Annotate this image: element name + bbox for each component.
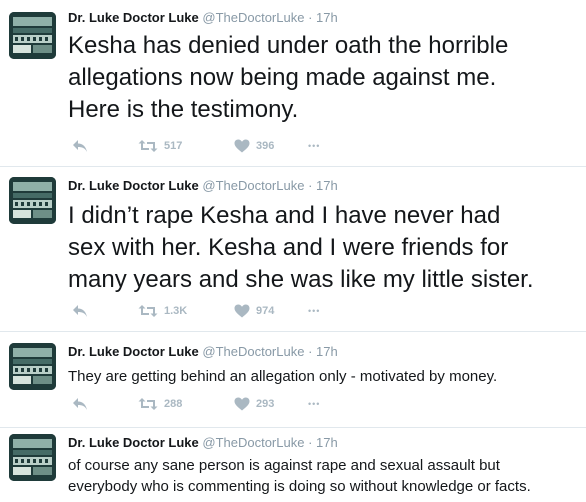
tweet[interactable]: Dr. Luke Doctor Luke @TheDoctorLuke · 17… [0, 332, 586, 428]
tweet-header: Dr. Luke Doctor Luke @TheDoctorLuke · 17… [68, 10, 338, 25]
reply-button[interactable] [72, 137, 88, 155]
timestamp[interactable]: 17h [316, 10, 338, 25]
like-button[interactable]: 293 [234, 395, 274, 413]
tweet-header: Dr. Luke Doctor Luke @TheDoctorLuke · 17… [68, 178, 338, 193]
heart-icon [234, 139, 250, 153]
separator-dot: · [308, 10, 313, 25]
like-button[interactable]: 974 [234, 302, 274, 320]
retweet-icon [138, 139, 158, 153]
tweet-header: Dr. Luke Doctor Luke @TheDoctorLuke · 17… [68, 344, 338, 359]
more-dots-icon: ••• [308, 141, 321, 151]
retweet-count: 517 [164, 140, 183, 152]
display-name[interactable]: Dr. Luke Doctor Luke [68, 435, 199, 450]
separator-dot: · [308, 435, 313, 450]
user-handle[interactable]: @TheDoctorLuke [202, 344, 304, 359]
display-name[interactable]: Dr. Luke Doctor Luke [68, 178, 199, 193]
tweet-text: of course any sane person is against rap… [68, 457, 531, 495]
retweet-button[interactable]: 517 [138, 137, 182, 155]
retweet-button[interactable]: 288 [138, 395, 182, 413]
tweet[interactable]: Dr. Luke Doctor Luke @TheDoctorLuke · 17… [0, 167, 586, 332]
timestamp[interactable]: 17h [316, 344, 338, 359]
reply-arrow-icon [72, 397, 88, 411]
reply-arrow-icon [72, 139, 88, 153]
reply-button[interactable] [72, 395, 88, 413]
retweet-icon [138, 304, 158, 318]
like-count: 293 [256, 398, 275, 410]
tweet-feed: Dr. Luke Doctor Luke @TheDoctorLuke · 17… [0, 0, 586, 502]
tweet-text: They are getting behind an allegation on… [68, 368, 498, 385]
like-count: 396 [256, 140, 275, 152]
retweet-count: 288 [164, 398, 183, 410]
tweet-text: Kesha has denied under oath the horrible… [68, 32, 509, 123]
user-handle[interactable]: @TheDoctorLuke [202, 435, 304, 450]
separator-dot: · [308, 344, 313, 359]
heart-icon [234, 304, 250, 318]
more-button[interactable]: ••• [308, 302, 320, 320]
user-handle[interactable]: @TheDoctorLuke [202, 178, 304, 193]
tweet-text: I didn’t rape Kesha and I have never had… [68, 202, 534, 293]
display-name[interactable]: Dr. Luke Doctor Luke [68, 10, 199, 25]
display-name[interactable]: Dr. Luke Doctor Luke [68, 344, 199, 359]
retweet-count: 1.3K [164, 305, 188, 317]
reply-arrow-icon [72, 304, 88, 318]
heart-icon [234, 397, 250, 411]
avatar[interactable] [9, 343, 56, 390]
more-dots-icon: ••• [308, 306, 321, 316]
like-button[interactable]: 396 [234, 137, 274, 155]
retweet-icon [138, 397, 158, 411]
retweet-button[interactable]: 1.3K [138, 302, 187, 320]
more-button[interactable]: ••• [308, 137, 320, 155]
separator-dot: · [308, 178, 313, 193]
more-button[interactable]: ••• [308, 395, 320, 413]
avatar[interactable] [9, 177, 56, 224]
like-count: 974 [256, 305, 275, 317]
timestamp[interactable]: 17h [316, 178, 338, 193]
user-handle[interactable]: @TheDoctorLuke [202, 10, 304, 25]
tweet[interactable]: Dr. Luke Doctor Luke @TheDoctorLuke · 17… [0, 0, 586, 167]
tweet[interactable]: Dr. Luke Doctor Luke @TheDoctorLuke · 17… [0, 428, 586, 502]
avatar[interactable] [9, 12, 56, 59]
more-dots-icon: ••• [308, 399, 321, 409]
reply-button[interactable] [72, 302, 88, 320]
timestamp[interactable]: 17h [316, 435, 338, 450]
tweet-header: Dr. Luke Doctor Luke @TheDoctorLuke · 17… [68, 435, 338, 450]
avatar[interactable] [9, 434, 56, 481]
